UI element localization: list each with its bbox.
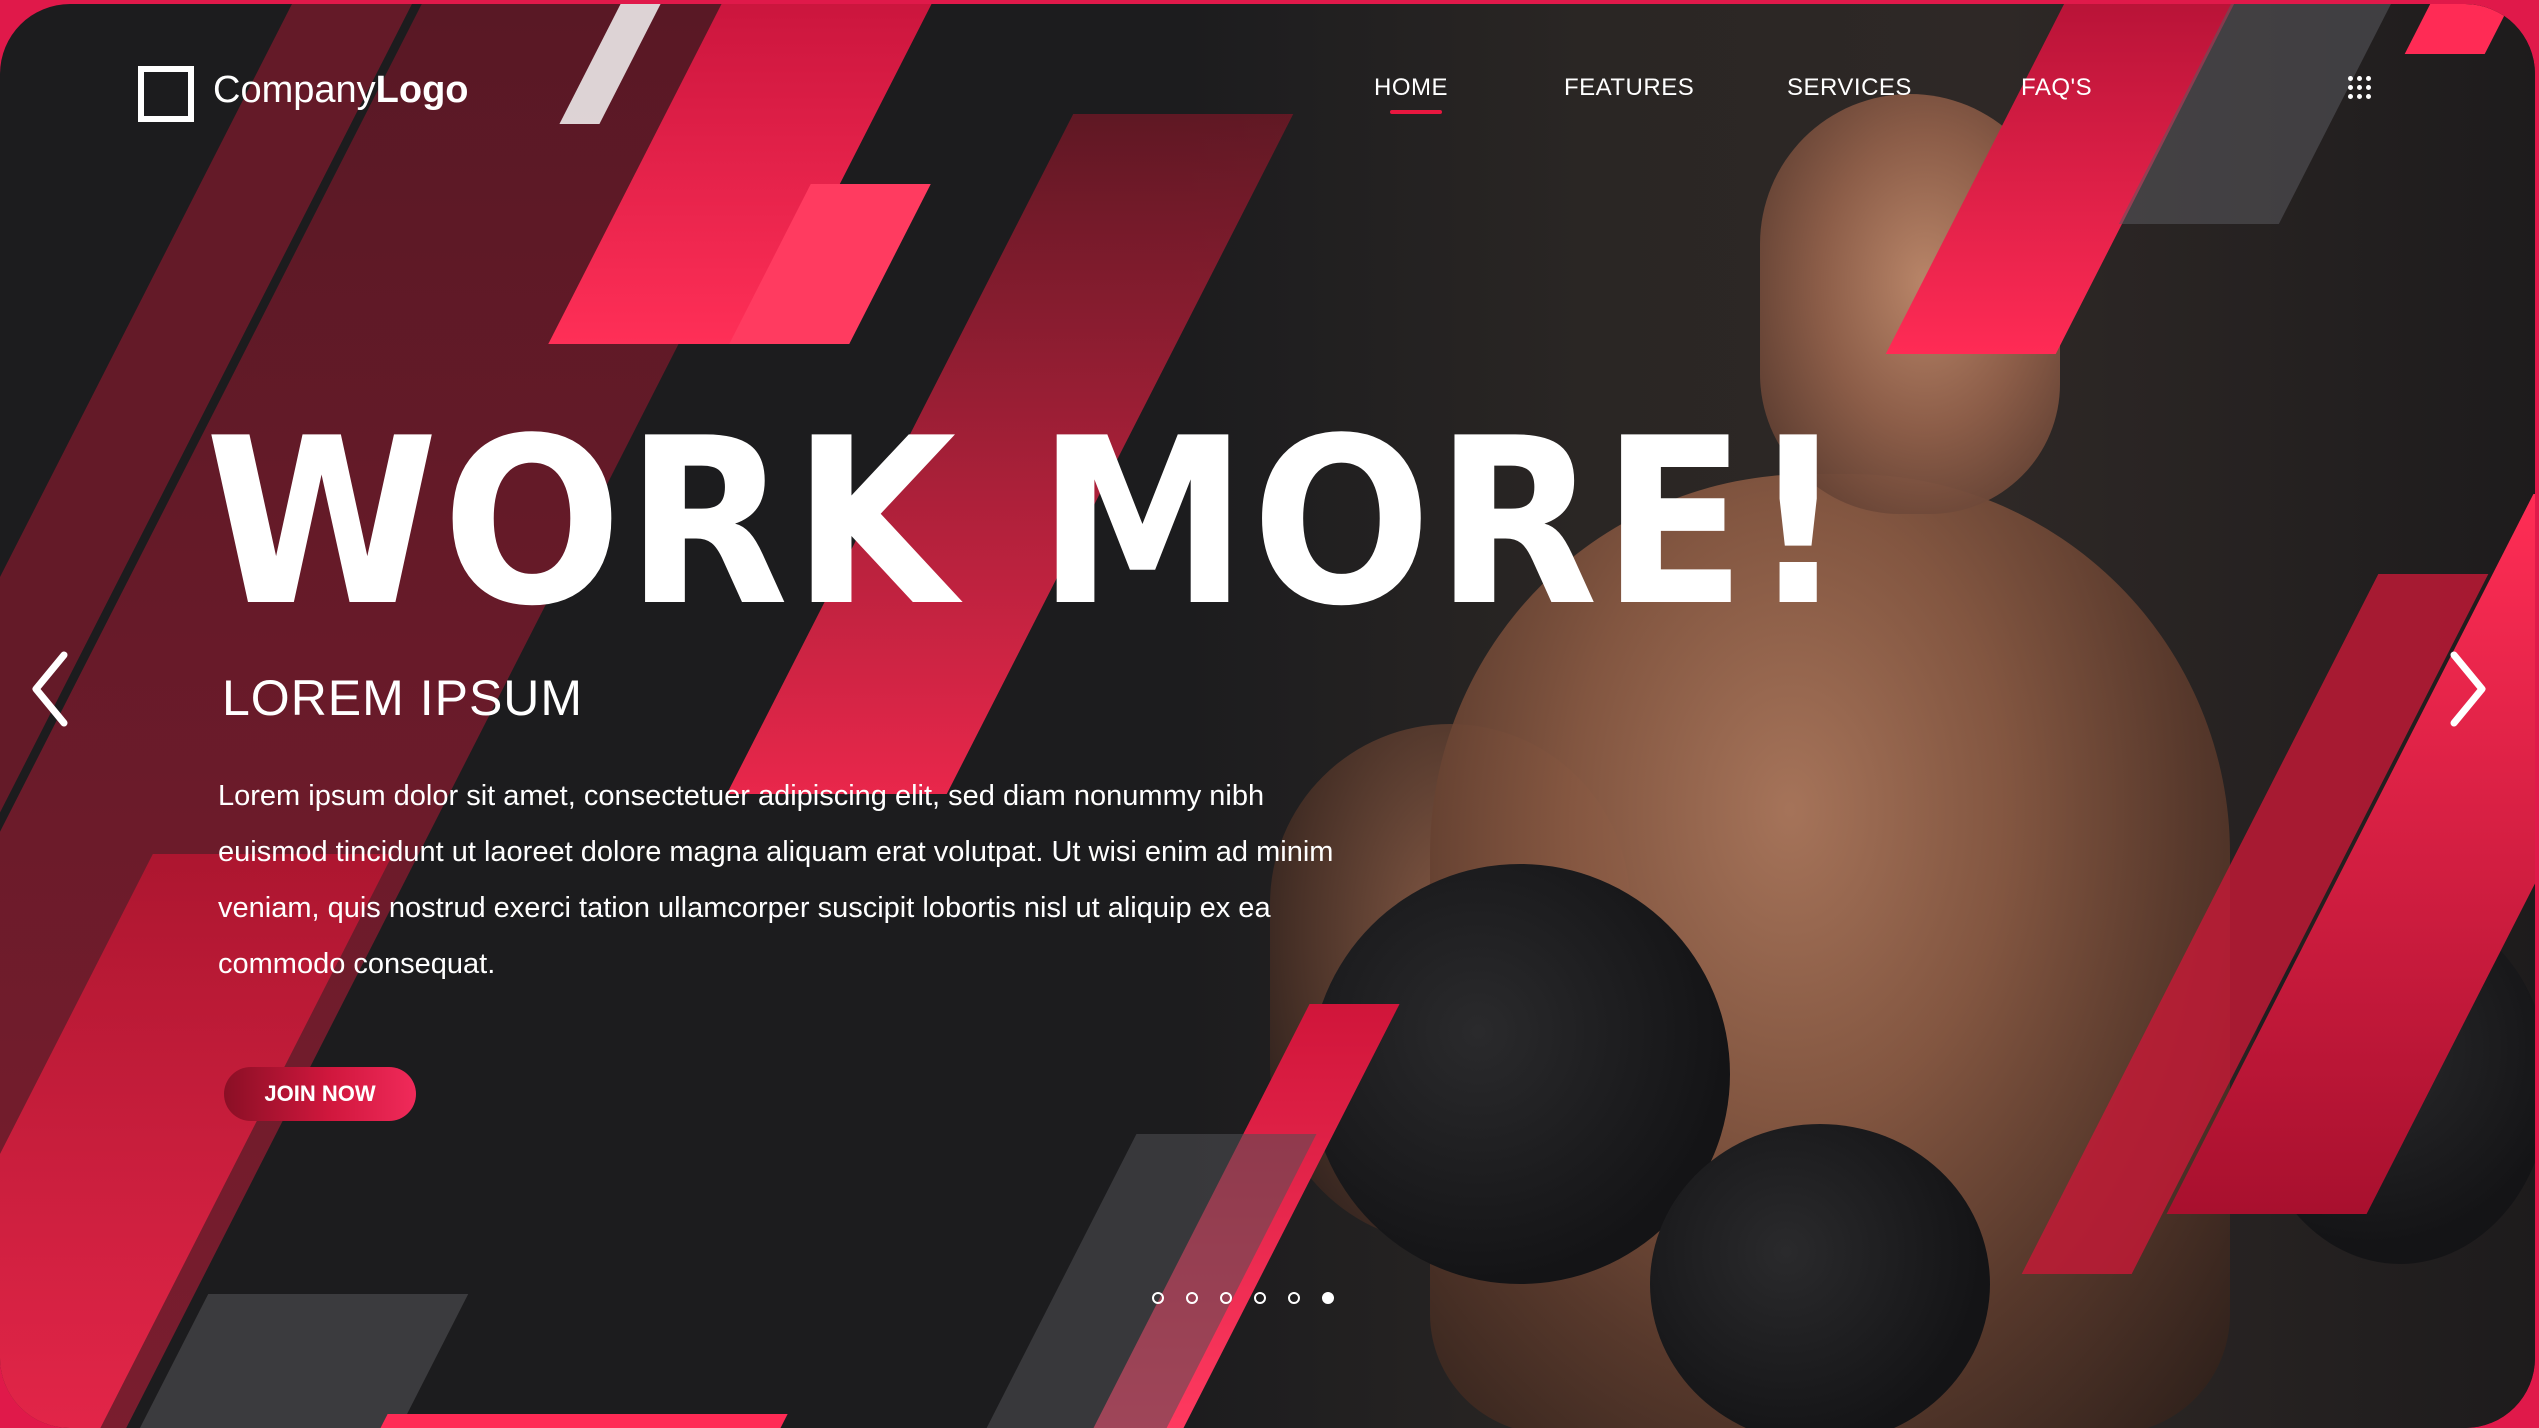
hero-body-text: Lorem ipsum dolor sit amet, consectetuer… (218, 780, 1334, 980)
carousel-dot[interactable] (1322, 1292, 1334, 1304)
carousel-dot[interactable] (1288, 1292, 1300, 1304)
nav-active-indicator (1390, 110, 1442, 114)
logo-text-regular: Company (213, 69, 376, 111)
nav-faqs-link[interactable]: FAQ'S (2021, 74, 2092, 102)
carousel-dot[interactable] (1254, 1292, 1266, 1304)
chevron-right-icon[interactable] (2448, 649, 2488, 729)
hero-headline: WORK MORE! (205, 390, 1851, 657)
hero-subhead: LOREM IPSUM (222, 670, 584, 726)
logo-square-icon[interactable] (138, 66, 194, 122)
join-now-button[interactable]: JOIN NOW (224, 1067, 416, 1121)
grid-dots-icon[interactable] (2348, 76, 2372, 100)
carousel-dot[interactable] (1220, 1292, 1232, 1304)
chevron-left-icon[interactable] (30, 649, 70, 729)
nav-home-link[interactable]: HOME (1374, 74, 1448, 102)
hero-banner: CompanyLogo HOME FEATURES SERVICES FAQ'S… (0, 4, 2535, 1428)
hero-photo-dumbbell (1650, 1124, 1990, 1428)
nav-services-link[interactable]: SERVICES (1787, 74, 1912, 102)
company-logo[interactable]: CompanyLogo (213, 66, 469, 114)
carousel-dot[interactable] (1186, 1292, 1198, 1304)
carousel-pagination (1152, 1292, 1334, 1304)
logo-text-bold: Logo (375, 69, 469, 111)
decor-stripe (372, 1414, 788, 1428)
carousel-dot[interactable] (1152, 1292, 1164, 1304)
nav-features-link[interactable]: FEATURES (1564, 74, 1694, 102)
